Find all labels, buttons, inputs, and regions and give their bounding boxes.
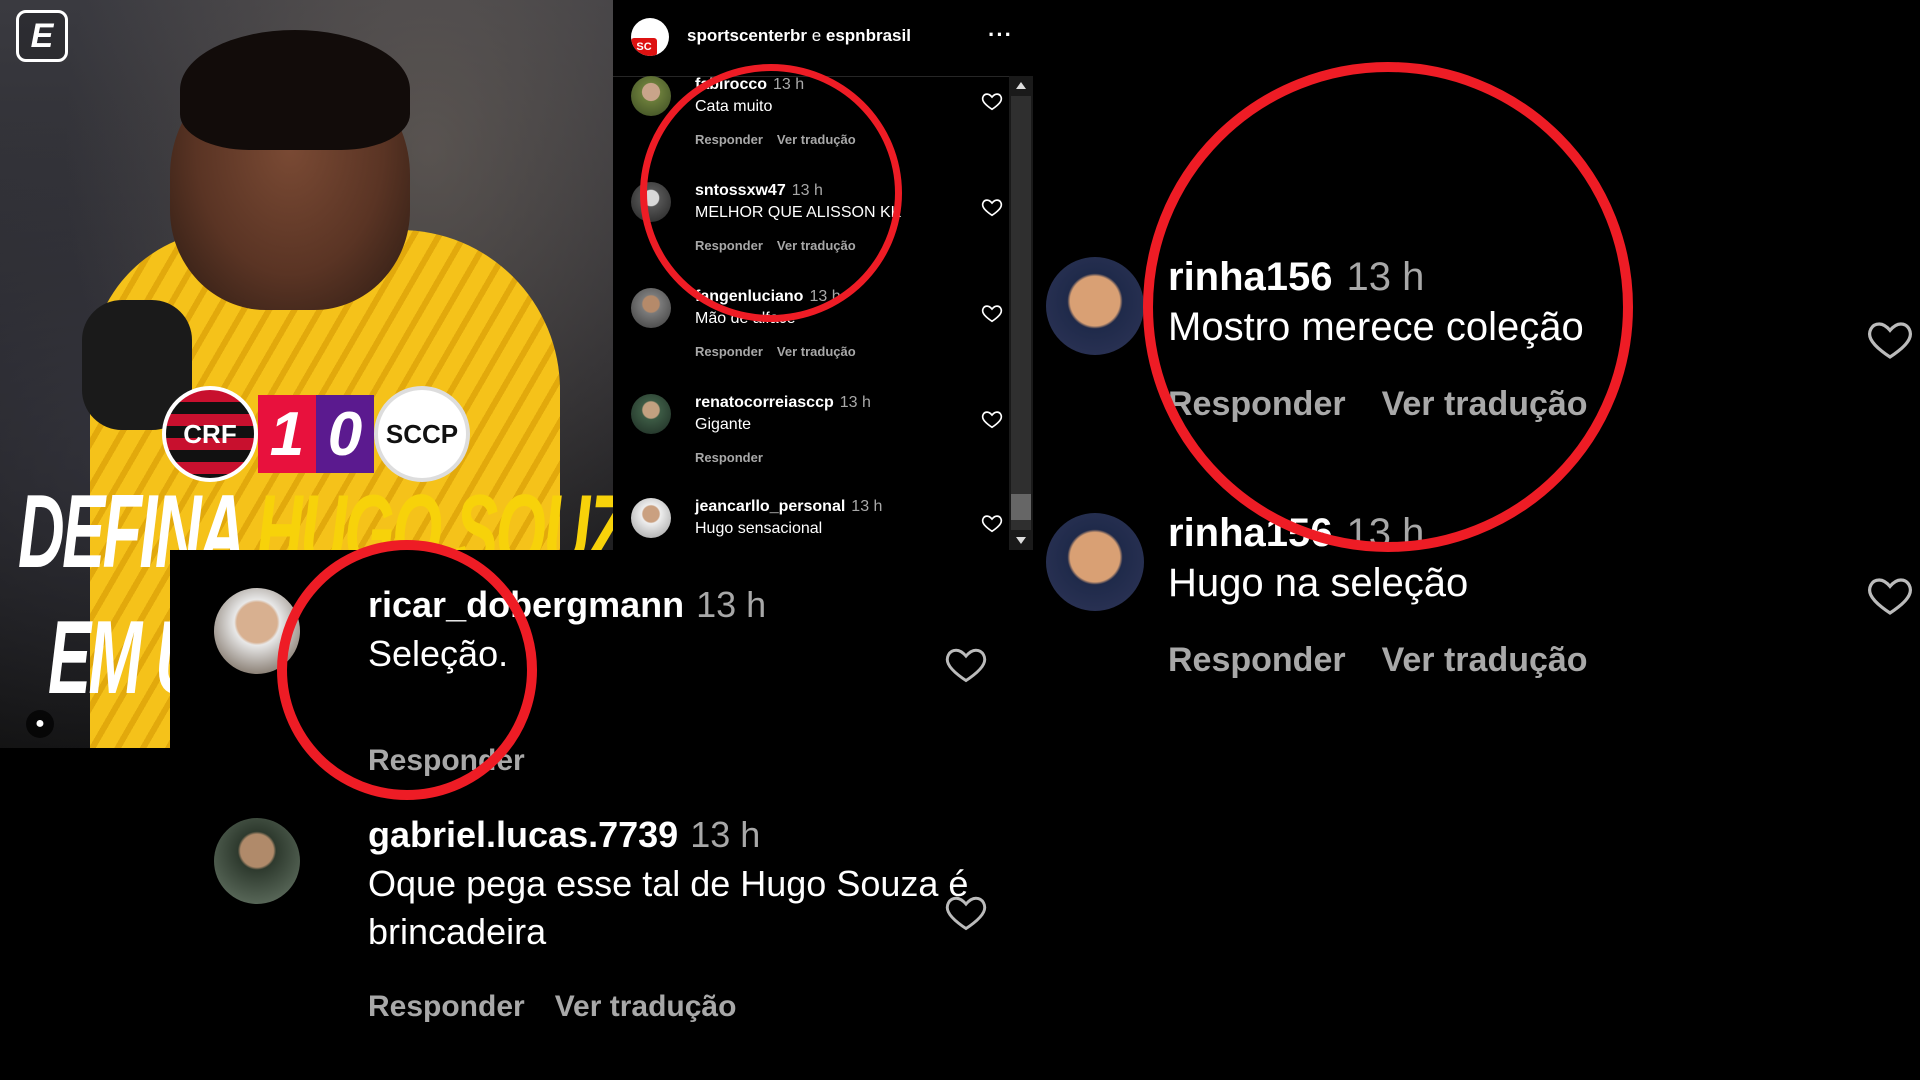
comment-text: Gigante [695, 416, 752, 433]
comment-time: 13 h [1346, 255, 1425, 299]
comment-text: MELHOR QUE ALISSON KK [695, 204, 902, 221]
scroll-down-icon[interactable] [1016, 537, 1026, 544]
player-hair [180, 30, 410, 150]
comment-avatar[interactable] [1046, 513, 1144, 611]
heart-icon[interactable] [981, 408, 1003, 430]
heart-icon[interactable] [1866, 571, 1914, 619]
comment-time: 13 h [1346, 511, 1425, 555]
comment-username[interactable]: sntossxw47 [695, 182, 786, 199]
post-header: SC sportscenterbr e espnbrasil ··· [613, 0, 1033, 77]
heart-icon[interactable] [944, 642, 988, 686]
comment-time: 13 h [809, 288, 841, 305]
comment-time: 13 h [851, 498, 883, 515]
comment-username[interactable]: jeancarllo_personal [695, 498, 845, 515]
comment-avatar[interactable] [631, 288, 671, 328]
zoomed-comments-right: rinha156 13 h Mostro merece coleção Respo… [1033, 225, 1920, 748]
comment-time: 13 h [791, 182, 823, 199]
translate-button[interactable]: Ver tradução [777, 238, 856, 253]
translate-button[interactable]: Ver tradução [1382, 641, 1588, 679]
more-icon[interactable]: ··· [988, 22, 1013, 48]
comments-scrollbar[interactable] [1009, 76, 1033, 550]
comment-avatar[interactable] [1046, 257, 1144, 355]
heart-icon[interactable] [981, 512, 1003, 534]
comment-text: Cata muito [695, 98, 773, 115]
translate-button[interactable]: Ver tradução [1382, 385, 1588, 423]
scrollbar-track[interactable] [1011, 96, 1031, 530]
comment-text: Mão de alface [695, 310, 796, 327]
heart-icon[interactable] [1866, 315, 1914, 363]
scrollbar-thumb[interactable] [1011, 494, 1031, 520]
comment-text: Seleção. [368, 633, 509, 674]
heart-icon[interactable] [981, 90, 1003, 112]
corinthians-crest: SCCP [374, 386, 470, 482]
reply-button[interactable]: Responder [695, 132, 763, 147]
comment-avatar[interactable] [631, 394, 671, 434]
comment-username[interactable]: fangenluciano [695, 288, 803, 305]
comment-username[interactable]: gabriel.lucas.7739 [368, 814, 678, 855]
espn-logo: E [16, 10, 68, 62]
reply-button[interactable]: Responder [368, 744, 525, 777]
comment-username[interactable]: rinha156 [1168, 511, 1333, 555]
avatar-badge: SC [631, 38, 657, 56]
comment-text: Oque pega esse tal de Hugo Souza é brinc… [368, 863, 969, 952]
comment-time: 13 h [773, 76, 805, 93]
comment-time: 13 h [690, 814, 761, 855]
comment-avatar[interactable] [631, 76, 671, 116]
comment-username[interactable]: ricar_dobergmann [368, 584, 684, 625]
comment-username[interactable]: fabirocco [695, 76, 767, 93]
reply-button[interactable]: Responder [695, 450, 763, 465]
flamengo-crest: CRF [162, 386, 258, 482]
comment-time: 13 h [839, 394, 871, 411]
reply-button[interactable]: Responder [1168, 641, 1346, 679]
comment-time: 13 h [696, 584, 767, 625]
reply-button[interactable]: Responder [368, 990, 525, 1023]
score-home: 1 [258, 395, 316, 473]
translate-button[interactable]: Ver tradução [555, 990, 737, 1023]
user-tag-icon[interactable]: ● [26, 710, 54, 738]
comment-avatar[interactable] [631, 498, 671, 538]
scoreboard: CRF 1 0 SCCP [162, 386, 470, 482]
comment-username[interactable]: rinha156 [1168, 255, 1333, 299]
comment-text: Mostro merece coleção [1168, 305, 1584, 349]
heart-icon[interactable] [981, 302, 1003, 324]
translate-button[interactable]: Ver tradução [777, 132, 856, 147]
reply-button[interactable]: Responder [695, 238, 763, 253]
comment-avatar[interactable] [214, 818, 300, 904]
account-joiner: e [806, 26, 826, 45]
comment-text: Hugo sensacional [695, 520, 823, 537]
reply-button[interactable]: Responder [695, 344, 763, 359]
heart-icon[interactable] [944, 890, 988, 934]
post-accounts: sportscenterbr e espnbrasil [687, 26, 911, 46]
score-away: 0 [316, 395, 374, 473]
comment-avatar[interactable] [631, 182, 671, 222]
comment-username[interactable]: renatocorreiasccp [695, 394, 834, 411]
reply-button[interactable]: Responder [1168, 385, 1346, 423]
translate-button[interactable]: Ver tradução [777, 344, 856, 359]
instagram-comments-panel: SC sportscenterbr e espnbrasil ··· fabir… [613, 0, 1033, 550]
comment-avatar[interactable] [214, 588, 300, 674]
comment-text: Hugo na seleção [1168, 561, 1469, 605]
heart-icon[interactable] [981, 196, 1003, 218]
account-secondary[interactable]: espnbrasil [826, 26, 911, 45]
scroll-up-icon[interactable] [1016, 82, 1026, 89]
account-primary[interactable]: sportscenterbr [687, 26, 807, 45]
zoomed-comments-left: ricar_dobergmann 13 h Seleção. Responder … [170, 550, 1033, 1080]
account-avatar[interactable]: SC [631, 18, 669, 56]
